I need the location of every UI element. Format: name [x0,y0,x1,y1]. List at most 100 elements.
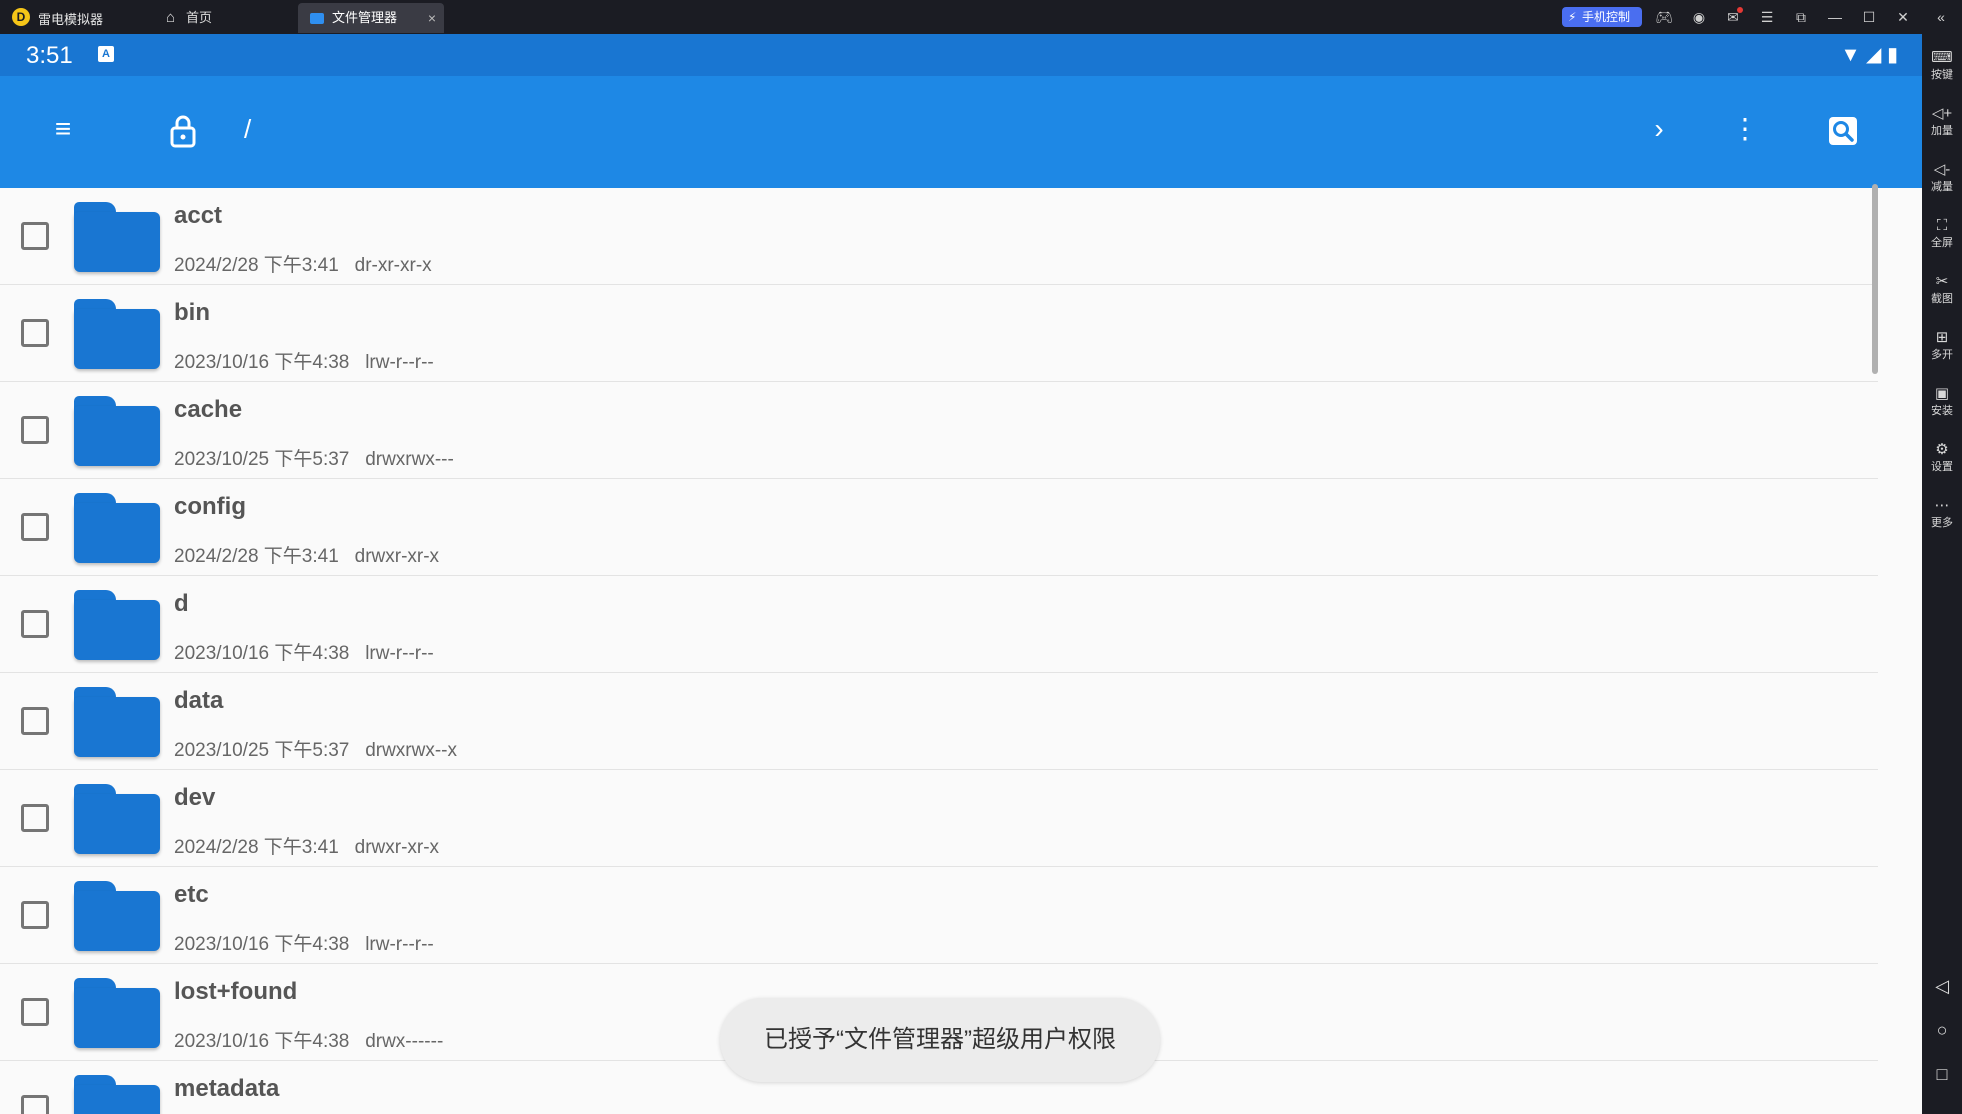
back-icon[interactable]: ◁ [1922,976,1962,997]
restore-icon[interactable]: ⧉ [1790,6,1812,28]
folder-icon [74,202,160,272]
file-row[interactable]: acct 2024/2/28 下午3:41 dr-xr-xr-x [0,188,1878,285]
side-button-label: 按键 [1931,69,1953,81]
tab-file-manager[interactable]: 文件管理器 × [298,3,444,33]
bolt-icon: ⚡ [1568,10,1577,24]
toast-message: 已授予“文件管理器”超级用户权限 [720,998,1160,1082]
file-meta: 2024/2/28 下午3:41 dr-xr-xr-x [174,255,432,276]
maximize-icon[interactable]: ☐ [1858,6,1880,28]
side-button-label: 全屏 [1931,237,1953,249]
menu-icon[interactable]: ☰ [1756,6,1778,28]
file-name: config [174,493,246,520]
scrollbar-thumb[interactable] [1872,184,1878,374]
file-row[interactable]: d 2023/10/16 下午4:38 lrw-r--r-- [0,576,1878,673]
side-button-more[interactable]: ⋯ 更多 [1922,496,1962,530]
select-checkbox[interactable] [21,1095,49,1114]
folder-icon [74,396,160,466]
select-checkbox[interactable] [21,416,49,444]
select-checkbox[interactable] [21,707,49,735]
android-screen: 3:51 A ▼ ◢ ▮ ≡ / › ⋮ acct 2024/2/28 下午3:… [0,34,1922,1114]
minimize-icon[interactable]: — [1824,6,1846,28]
file-name: lost+found [174,978,298,1005]
emulator-logo-icon: D [12,8,30,26]
fullscreen-icon: ⛶ [1936,217,1948,234]
file-row[interactable]: data 2023/10/25 下午5:37 drwxrwx--x [0,673,1878,770]
select-checkbox[interactable] [21,513,49,541]
mail-icon[interactable]: ✉ [1722,6,1744,28]
file-row[interactable]: etc 2023/10/16 下午4:38 lrw-r--r-- [0,867,1878,964]
file-row[interactable]: bin 2023/10/16 下午4:38 lrw-r--r-- [0,285,1878,382]
current-path[interactable]: / [244,114,251,145]
folder-icon [74,590,160,660]
select-checkbox[interactable] [21,804,49,832]
android-status-bar: 3:51 A ▼ ◢ ▮ [0,34,1922,76]
file-row[interactable]: dev 2024/2/28 下午3:41 drwxr-xr-x [0,770,1878,867]
keyboard-icon: ⌨ [1931,49,1953,66]
tab-home[interactable]: ⌂ 首页 [160,3,290,33]
file-meta: 2023/10/25 下午5:37 drwxrwx--x [174,740,458,761]
side-button-fullscreen[interactable]: ⛶ 全屏 [1922,216,1962,250]
side-button-label: 加量 [1931,125,1953,137]
side-button-label: 安装 [1931,405,1953,417]
lock-icon[interactable] [158,104,208,154]
folder-icon [74,299,160,369]
hamburger-menu-icon[interactable]: ≡ [38,104,88,154]
status-icons: ▼ ◢ ▮ [1841,42,1898,67]
side-button-label: 减量 [1931,181,1953,193]
file-name: metadata [174,1075,280,1102]
side-button-screenshot[interactable]: ✂ 截图 [1922,272,1962,306]
side-button-settings[interactable]: ⚙ 设置 [1922,440,1962,474]
file-name: d [174,590,189,617]
file-row[interactable]: config 2024/2/28 下午3:41 drwxr-xr-x [0,479,1878,576]
side-button-install[interactable]: ▣ 安装 [1922,384,1962,418]
search-icon[interactable] [1818,104,1868,154]
scissors-icon: ✂ [1935,273,1949,290]
side-button-label: 截图 [1931,293,1953,305]
emulator-titlebar: D 雷电模拟器 ⌂ 首页 文件管理器 × ⚡ 手机控制 🎮︎ ◉ ✉ ☰ ⧉ —… [0,0,1962,34]
select-checkbox[interactable] [21,319,49,347]
home-circle-icon[interactable]: ○ [1922,1020,1962,1041]
select-checkbox[interactable] [21,901,49,929]
file-meta: 2023/10/16 下午4:38 lrw-r--r-- [174,934,434,955]
notification-dot [1737,7,1743,13]
file-list: acct 2024/2/28 下午3:41 dr-xr-xr-x bin 2023/1… [0,188,1878,1114]
file-name: etc [174,881,209,908]
file-name: bin [174,299,210,326]
select-checkbox[interactable] [21,610,49,638]
file-row[interactable]: cache 2023/10/25 下午5:37 drwxrwx--- [0,382,1878,479]
side-button-multi-instance[interactable]: ⊞ 多开 [1922,328,1962,362]
file-meta: 2023/10/16 下午4:38 drwx------ [174,1031,444,1052]
home-icon: ⌂ [166,9,176,26]
volume-up-icon: ◁+ [1931,105,1953,122]
gamepad-icon[interactable]: 🎮︎ [1653,6,1675,28]
folder-icon [74,881,160,951]
close-icon[interactable]: ✕ [1892,6,1914,28]
file-name: data [174,687,224,714]
file-meta: 2023/10/25 下午5:37 drwxrwx--- [174,449,454,470]
file-meta: 2024/2/28 下午3:41 drwxr-xr-x [174,546,440,567]
folder-icon [74,978,160,1048]
chevron-right-icon[interactable]: › [1634,104,1684,154]
more-vert-icon[interactable]: ⋮ [1720,104,1770,154]
phone-control-button[interactable]: ⚡ 手机控制 [1562,7,1642,27]
tab-home-label: 首页 [186,10,213,25]
file-name: cache [174,396,243,423]
user-icon[interactable]: ◉ [1688,6,1710,28]
side-button-volume-down[interactable]: ◁- 减量 [1922,160,1962,194]
folder-icon [74,687,160,757]
side-button-keys[interactable]: ⌨ 按键 [1922,48,1962,82]
side-button-volume-up[interactable]: ◁+ 加量 [1922,104,1962,138]
wifi-icon: ▼ [1840,44,1861,66]
status-time: 3:51 [26,42,73,69]
folder-icon [74,1075,160,1114]
collapse-icon[interactable]: « [1930,6,1952,28]
recents-icon[interactable]: □ [1922,1064,1962,1085]
select-checkbox[interactable] [21,222,49,250]
emulator-app-name: 雷电模拟器 [38,12,104,27]
notification-a-icon: A [98,46,114,62]
more-icon: ⋯ [1934,497,1950,514]
side-button-label: 多开 [1931,349,1953,361]
select-checkbox[interactable] [21,998,49,1026]
tab-close-icon[interactable]: × [428,3,436,33]
folder-icon [74,784,160,854]
